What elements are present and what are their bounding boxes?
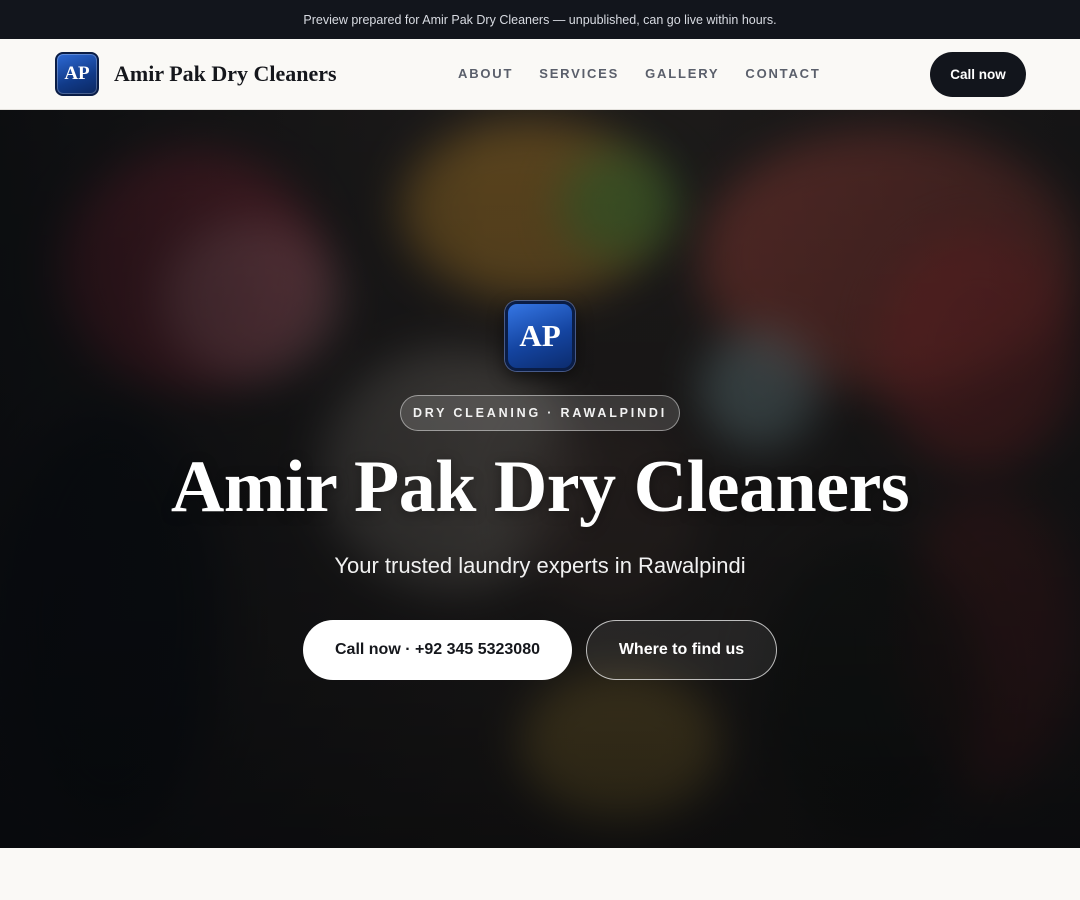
header-call-now-button[interactable]: Call now [930, 52, 1026, 97]
nav-item-gallery[interactable]: GALLERY [645, 66, 719, 81]
nav-item-services[interactable]: SERVICES [539, 66, 619, 81]
hero-call-button[interactable]: Call now · +92 345 5323080 [303, 620, 572, 680]
preview-notice-bar: Preview prepared for Amir Pak Dry Cleane… [0, 0, 1080, 39]
next-section [0, 848, 1080, 900]
hero-logo-initials: AP [519, 318, 561, 353]
hero-subtitle: Your trusted laundry experts in Rawalpin… [334, 553, 746, 578]
brand-name: Amir Pak Dry Cleaners [114, 61, 337, 86]
hero-title: Amir Pak Dry Cleaners [170, 446, 910, 528]
nav-item-contact[interactable]: CONTACT [745, 66, 820, 81]
hero-find-us-button[interactable]: Where to find us [586, 620, 777, 680]
brand-logo-icon: AP [55, 52, 99, 96]
hero-logo-icon: AP [505, 301, 575, 371]
brand[interactable]: AP Amir Pak Dry Cleaners [55, 52, 337, 96]
main-nav: ABOUT SERVICES GALLERY CONTACT [458, 66, 821, 81]
site-header: AP Amir Pak Dry Cleaners ABOUT SERVICES … [0, 39, 1080, 110]
hero-category-badge: DRY CLEANING · RAWALPINDI [400, 395, 680, 431]
hero-section: AP DRY CLEANING · RAWALPINDI Amir Pak Dr… [0, 110, 1080, 848]
nav-item-about[interactable]: ABOUT [458, 66, 513, 81]
preview-notice-text: Preview prepared for Amir Pak Dry Cleane… [303, 12, 777, 27]
brand-logo-initials: AP [64, 63, 90, 84]
